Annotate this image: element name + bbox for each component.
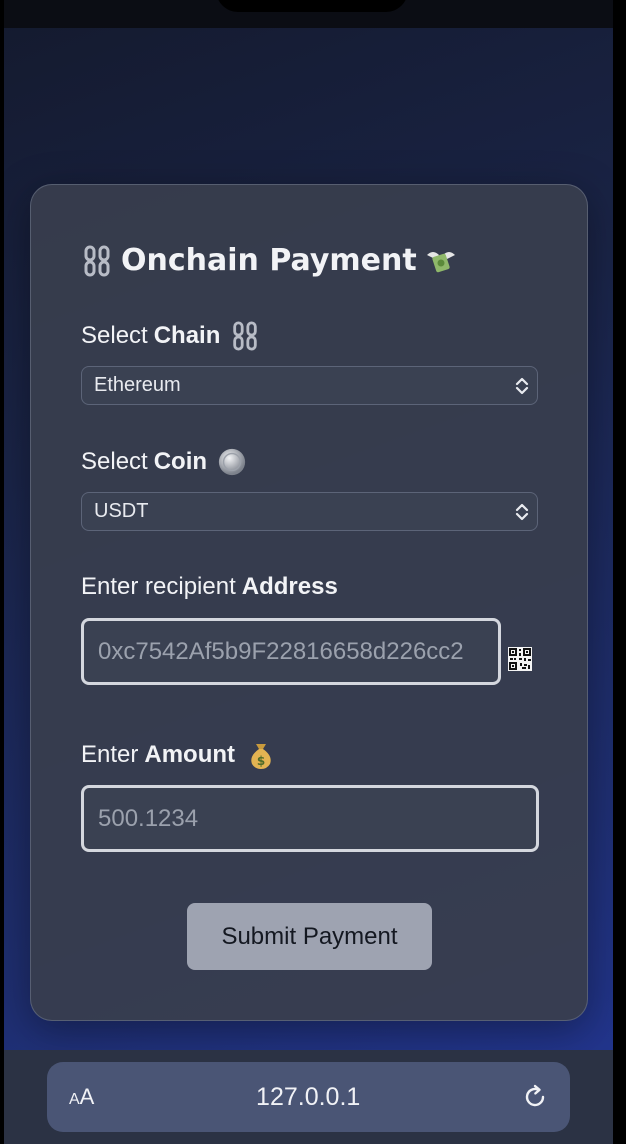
phone-screen: Onchain Payment Select Chain Ethereum Se… <box>4 0 613 1144</box>
svg-text:$: $ <box>257 754 265 768</box>
page-title-text: Onchain Payment <box>121 243 417 278</box>
address-placeholder: 0xc7542Af5b9F22816658d226cc2 <box>98 637 464 665</box>
chain-select-value: Ethereum <box>94 374 181 396</box>
amount-label-bold: Amount <box>144 741 236 768</box>
coin-label: Select Coin <box>81 447 247 477</box>
qr-code-icon[interactable] <box>508 647 532 671</box>
amount-input[interactable]: 500.1234 <box>81 785 539 852</box>
reload-icon[interactable] <box>522 1084 548 1110</box>
coin-label-bold: Coin <box>153 448 208 475</box>
notch <box>216 0 408 12</box>
chain-link-icon <box>84 245 110 276</box>
address-input[interactable]: 0xc7542Af5b9F22816658d226cc2 <box>81 618 501 685</box>
amount-placeholder: 500.1234 <box>98 804 199 832</box>
page-title: Onchain Payment <box>81 243 457 278</box>
coin-label-prefix: Select <box>81 448 148 475</box>
text-size-small: A <box>69 1091 80 1108</box>
chain-label: Select Chain <box>81 321 260 351</box>
submit-payment-button[interactable]: Submit Payment <box>187 903 432 970</box>
address-label: Enter recipient Address <box>81 573 338 601</box>
select-chevron-icon <box>507 366 537 405</box>
money-wings-icon <box>426 251 455 272</box>
chain-label-bold: Chain <box>153 322 221 349</box>
amount-label-prefix: Enter <box>81 741 139 768</box>
address-label-prefix: Enter recipient <box>81 573 236 600</box>
chain-link-icon <box>233 321 258 351</box>
money-bag-icon: $ <box>251 744 271 769</box>
select-chevron-icon <box>507 492 537 531</box>
text-size-large: A <box>79 1084 95 1109</box>
amount-label: Enter Amount $ <box>81 740 275 770</box>
url-text: 127.0.0.1 <box>256 1082 361 1111</box>
text-size-button[interactable]: AA <box>69 1084 94 1110</box>
coin-icon <box>218 448 246 476</box>
address-bar[interactable]: AA 127.0.0.1 <box>47 1062 570 1132</box>
coin-select[interactable]: USDT <box>81 492 538 531</box>
chain-label-prefix: Select <box>81 322 148 349</box>
payment-card: Onchain Payment Select Chain Ethereum Se… <box>30 184 588 1021</box>
chain-select[interactable]: Ethereum <box>81 366 538 405</box>
coin-select-value: USDT <box>94 500 149 522</box>
address-label-bold: Address <box>241 573 338 600</box>
